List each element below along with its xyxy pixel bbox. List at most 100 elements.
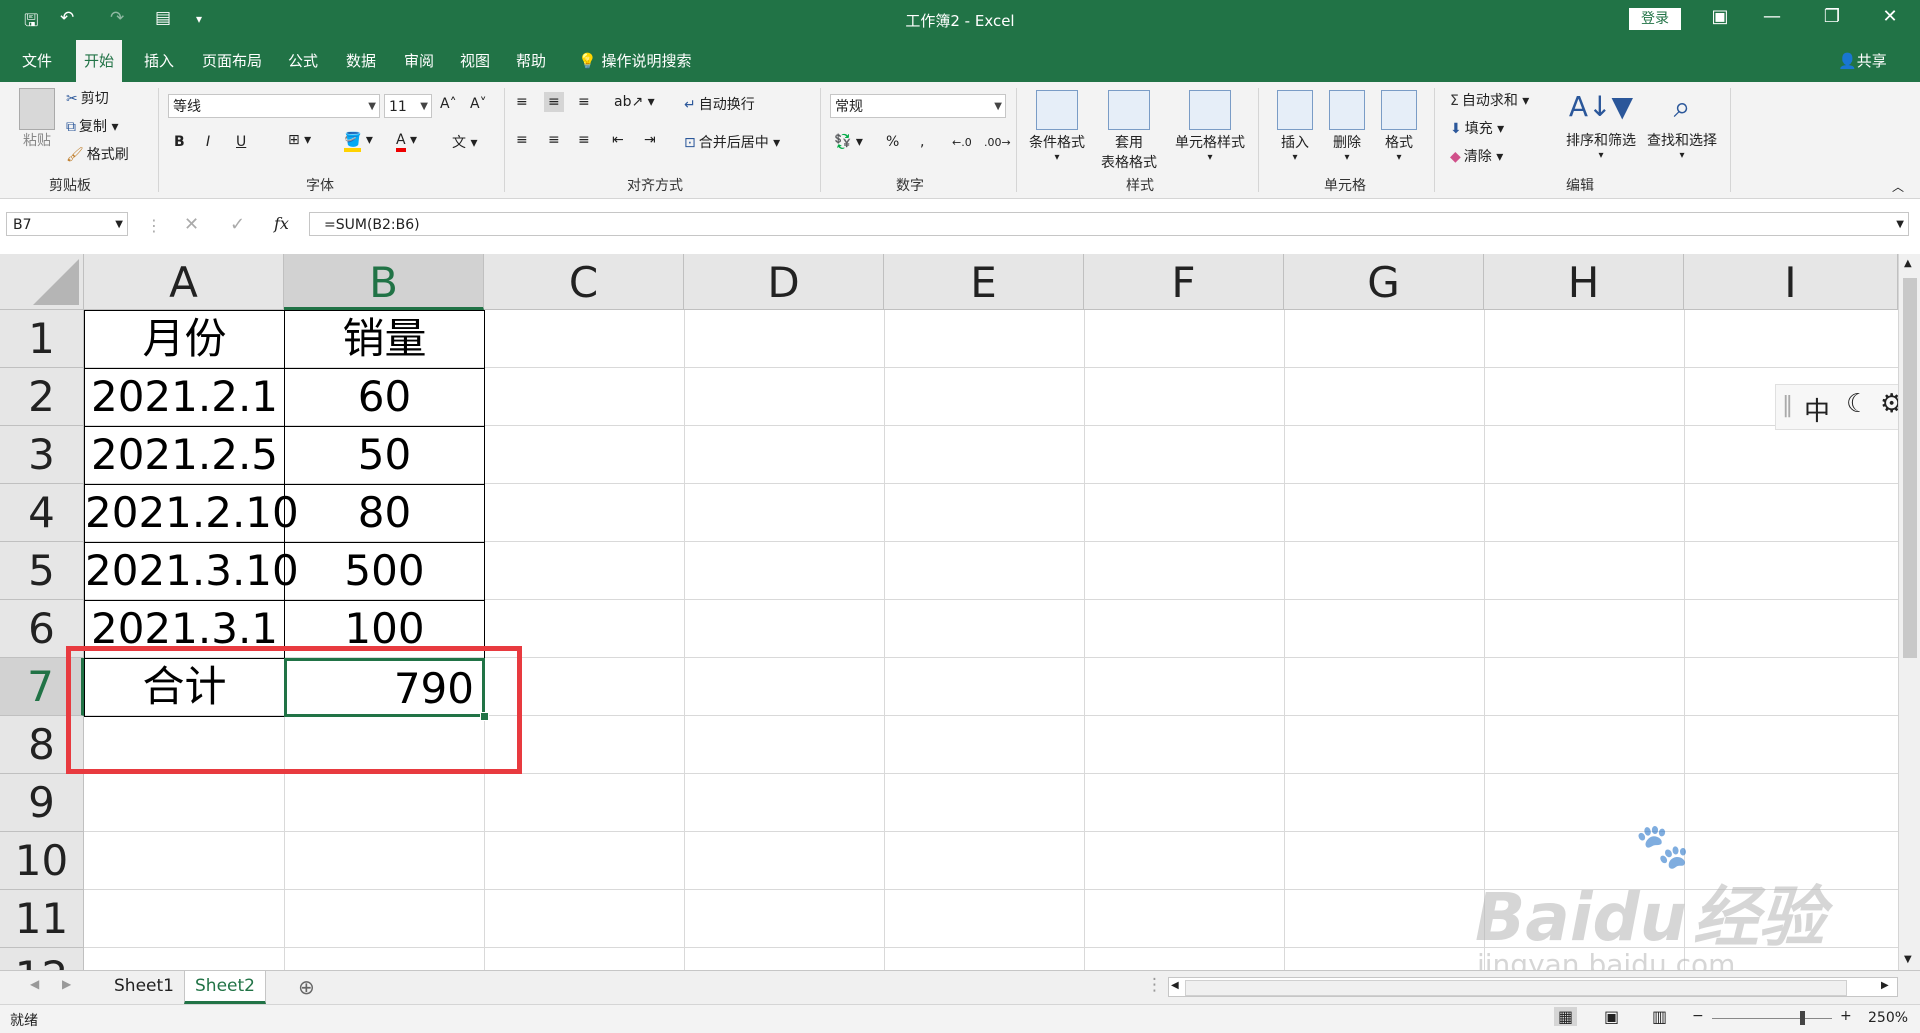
fill-button[interactable]: ⬇ 填充 ▾	[1450, 118, 1504, 138]
formula-input[interactable]: =SUM(B2:B6) ▼	[309, 212, 1909, 236]
scroll-thumb[interactable]	[1903, 278, 1917, 658]
select-all-button[interactable]	[0, 254, 84, 310]
italic-button[interactable]: I	[206, 134, 210, 150]
increase-font-icon[interactable]: A˄	[440, 96, 457, 112]
normal-view-icon[interactable]: ▦	[1554, 1007, 1578, 1026]
comma-button[interactable]: ,	[920, 134, 924, 150]
horizontal-scrollbar[interactable]: ◀ ▶	[1168, 977, 1898, 997]
align-left-icon[interactable]: ≡	[516, 132, 528, 148]
moon-icon[interactable]: ☾	[1846, 389, 1869, 419]
cell-a2[interactable]: 2021.2.1	[84, 368, 285, 427]
tab-data[interactable]: 数据	[338, 40, 384, 82]
sort-filter-button[interactable]: A↓▼ 排序和筛选 ▾	[1562, 90, 1640, 161]
autosum-button[interactable]: Σ 自动求和 ▾	[1450, 90, 1529, 110]
column-header-selected[interactable]: B	[284, 254, 484, 310]
row-header[interactable]: 5	[0, 542, 84, 600]
column-header[interactable]: D	[684, 254, 884, 310]
merge-center-button[interactable]: ⊡ 合并后居中 ▾	[684, 132, 780, 152]
fill-color-icon[interactable]: 🪣 ▾	[344, 132, 373, 152]
increase-decimal-icon[interactable]: ←.0	[952, 136, 972, 149]
insert-function-button[interactable]: fx	[274, 214, 289, 233]
scroll-thumb[interactable]	[1185, 980, 1847, 996]
ribbon-display-icon[interactable]: ▣	[1700, 6, 1740, 27]
tab-home[interactable]: 开始	[76, 40, 123, 82]
row-header[interactable]: 12	[0, 948, 84, 970]
name-box[interactable]: B7 ▼	[6, 212, 128, 236]
cancel-icon[interactable]: ✕	[184, 214, 199, 235]
close-icon[interactable]: ✕	[1870, 6, 1910, 27]
tab-insert[interactable]: 插入	[136, 40, 182, 82]
zoom-slider[interactable]	[1712, 1018, 1832, 1019]
cell-a5[interactable]: 2021.3.10	[84, 542, 299, 601]
prev-sheet-icon[interactable]: ◀	[30, 977, 39, 991]
increase-indent-icon[interactable]: ⇥	[644, 132, 656, 148]
paste-button[interactable]: 粘贴	[14, 88, 60, 150]
cell-a3[interactable]: 2021.2.5	[84, 426, 285, 485]
copy-button[interactable]: ⧉ 复制 ▾	[66, 116, 118, 136]
cell-b4[interactable]: 80	[284, 484, 485, 543]
format-as-table-button[interactable]: 套用 表格格式	[1092, 90, 1166, 172]
zoom-level[interactable]: 250%	[1868, 1010, 1908, 1026]
enter-icon[interactable]: ✓	[230, 214, 245, 235]
column-header[interactable]: C	[484, 254, 684, 310]
tab-view[interactable]: 视图	[452, 40, 498, 82]
page-break-view-icon[interactable]: ▥	[1652, 1007, 1667, 1026]
format-cells-button[interactable]: 格式 ▾	[1374, 90, 1424, 163]
align-center-icon[interactable]: ≡	[548, 132, 560, 148]
find-select-button[interactable]: ⌕ 查找和选择 ▾	[1642, 90, 1722, 161]
row-header[interactable]: 10	[0, 832, 84, 890]
page-layout-view-icon[interactable]: ▣	[1604, 1007, 1619, 1026]
tab-review[interactable]: 审阅	[396, 40, 442, 82]
format-painter-button[interactable]: 🖌 格式刷	[66, 144, 129, 164]
zoom-out-icon[interactable]: −	[1692, 1008, 1704, 1024]
zoom-slider-thumb[interactable]	[1800, 1011, 1805, 1025]
minimize-icon[interactable]: —	[1752, 6, 1792, 27]
cell-b3[interactable]: 50	[284, 426, 485, 485]
row-header[interactable]: 1	[0, 310, 84, 368]
column-header[interactable]: G	[1284, 254, 1484, 310]
login-button[interactable]: 登录	[1629, 8, 1681, 30]
tab-formulas[interactable]: 公式	[280, 40, 326, 82]
row-header[interactable]: 4	[0, 484, 84, 542]
sheet-tab-active[interactable]: Sheet2	[184, 971, 266, 1004]
wrap-text-button[interactable]: ↵ 自动换行	[684, 94, 755, 114]
cut-button[interactable]: ✂ 剪切	[66, 88, 109, 108]
decrease-indent-icon[interactable]: ⇤	[612, 132, 624, 148]
cell-styles-button[interactable]: 单元格样式 ▾	[1168, 90, 1252, 163]
insert-cells-button[interactable]: 插入 ▾	[1270, 90, 1320, 163]
maximize-icon[interactable]: ❐	[1812, 6, 1852, 27]
cell-b2[interactable]: 60	[284, 368, 485, 427]
scroll-right-icon[interactable]: ▶	[1881, 980, 1889, 991]
column-header[interactable]: H	[1484, 254, 1684, 310]
splitter-icon[interactable]: ⋮	[1146, 975, 1163, 995]
cell-a1[interactable]: 月份	[84, 310, 285, 369]
orientation-icon[interactable]: ab↗ ▾	[614, 94, 655, 110]
align-top-icon[interactable]: ≡	[516, 94, 528, 110]
column-header[interactable]: A	[84, 254, 284, 310]
next-sheet-icon[interactable]: ▶	[62, 977, 71, 991]
align-middle-icon[interactable]: ≡	[544, 92, 564, 112]
ime-toolbar[interactable]: ‖ 中 ☾ ⚙	[1775, 384, 1917, 430]
align-bottom-icon[interactable]: ≡	[578, 94, 590, 110]
ime-mode-button[interactable]: 中	[1804, 391, 1830, 428]
scroll-down-icon[interactable]: ▼	[1904, 954, 1912, 965]
expand-formula-icon[interactable]: ▼	[1896, 213, 1904, 237]
percent-button[interactable]: %	[886, 134, 899, 150]
tab-page-layout[interactable]: 页面布局	[194, 40, 270, 82]
row-header[interactable]: 9	[0, 774, 84, 832]
column-header[interactable]: E	[884, 254, 1084, 310]
bold-button[interactable]: B	[174, 134, 185, 150]
collapse-ribbon-icon[interactable]: ︿	[1892, 178, 1904, 195]
row-header[interactable]: 2	[0, 368, 84, 426]
cell-b1[interactable]: 销量	[284, 310, 485, 369]
phonetic-icon[interactable]: 文 ▾	[452, 132, 477, 152]
clear-button[interactable]: ◆ 清除 ▾	[1450, 146, 1503, 166]
share-button[interactable]: 👤共享	[1838, 40, 1887, 82]
cell-a4[interactable]: 2021.2.10	[84, 484, 299, 543]
sheet-tab[interactable]: Sheet1	[104, 971, 184, 1001]
number-format-select[interactable]: 常规 ▼	[830, 94, 1006, 118]
tell-me-search[interactable]: 💡 操作说明搜索	[578, 40, 691, 82]
align-right-icon[interactable]: ≡	[578, 132, 590, 148]
tab-help[interactable]: 帮助	[508, 40, 554, 82]
scroll-up-icon[interactable]: ▲	[1904, 258, 1912, 269]
